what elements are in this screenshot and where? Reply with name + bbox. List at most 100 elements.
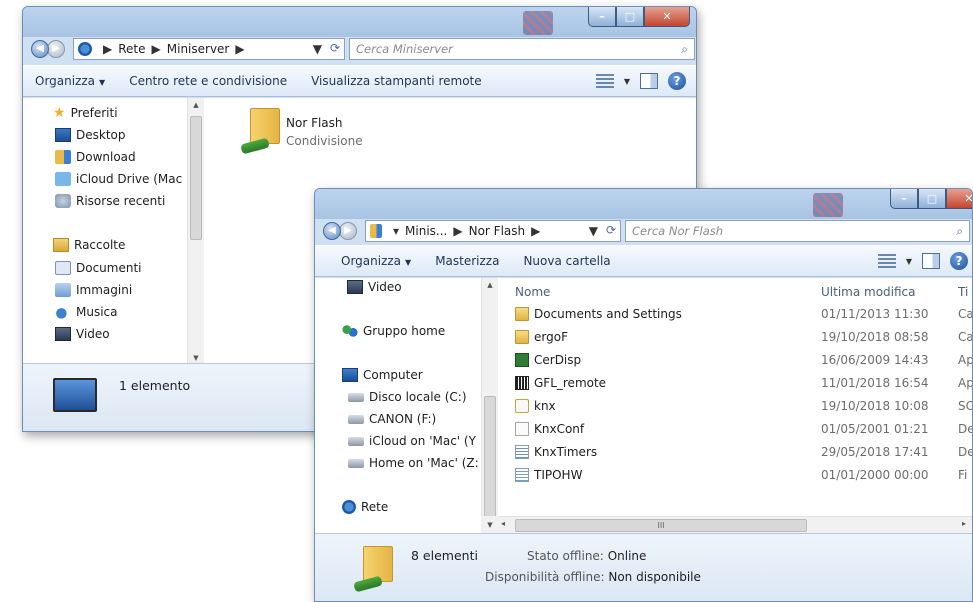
nav-libraries[interactable]: Raccolte	[53, 238, 125, 252]
flag-icon	[523, 11, 553, 35]
network-drive-icon	[348, 436, 364, 446]
images-icon	[55, 283, 71, 297]
network-center-button[interactable]: Centro rete e condivisione	[117, 74, 299, 88]
item-count: 8 elementi	[411, 548, 478, 563]
file-type: Ap	[958, 352, 973, 367]
shared-folder-icon	[353, 546, 393, 593]
nav-home-on-mac[interactable]: Home on 'Mac' (Z:	[348, 456, 479, 470]
nav-icloud-on-mac[interactable]: iCloud on 'Mac' (Y	[348, 434, 476, 448]
nav-documents[interactable]: Documenti	[55, 261, 142, 275]
maximize-button[interactable]: □	[616, 7, 644, 27]
horizontal-scrollbar[interactable]: ◂ III ▸	[499, 516, 972, 534]
folder-icon	[370, 224, 382, 238]
h-scroll-thumb[interactable]: III	[515, 519, 807, 532]
file-modified: 19/10/2018 08:58	[821, 329, 929, 344]
file-row[interactable]: KnxConf 01/05/2001 01:21 De	[515, 417, 972, 440]
nav-desktop[interactable]: Desktop	[55, 128, 126, 142]
nav-computer[interactable]: Computer	[342, 368, 423, 382]
details-pane: 8 elementi Stato offline: Online Disponi…	[315, 533, 972, 601]
nav-images[interactable]: Immagini	[55, 283, 132, 297]
nav-download[interactable]: Download	[55, 150, 136, 164]
breadcrumb-miniserver[interactable]: Miniserver	[167, 42, 230, 56]
file-row[interactable]: KnxTimers 29/05/2018 17:41 De	[515, 440, 972, 463]
file-modified: 01/01/2000 00:00	[821, 467, 929, 482]
title-bar[interactable]: – □ ✕	[23, 7, 696, 37]
forward-button[interactable]: ▶	[47, 40, 65, 58]
breadcrumb-miniserver[interactable]: Minis...	[405, 224, 447, 238]
nav-local-disk[interactable]: Disco locale (C:)	[348, 390, 467, 404]
maximize-button[interactable]: □	[918, 189, 946, 209]
address-bar[interactable]: ▶ Rete ▶ Miniserver ▶ ▼ ⟳	[73, 38, 345, 60]
nav-scrollbar[interactable]: ▲	[481, 278, 498, 534]
nav-video[interactable]: Video	[55, 327, 110, 341]
nav-scrollbar[interactable]: ▲ ▼	[187, 98, 204, 365]
address-dropdown-icon[interactable]: ▼	[589, 224, 598, 238]
view-dropdown-icon[interactable]: ▼	[624, 77, 630, 86]
scroll-left-icon[interactable]: ◂	[501, 519, 505, 528]
minimize-button[interactable]: –	[588, 7, 616, 27]
address-bar[interactable]: ▾ Minis... ▶ Nor Flash ▶ ▼ ⟳	[365, 220, 621, 242]
file-modified: 29/05/2018 17:41	[821, 444, 929, 459]
forward-button[interactable]: ▶	[339, 222, 357, 240]
preview-pane-icon[interactable]	[640, 73, 658, 89]
file-type: Ca	[958, 329, 973, 344]
organize-button[interactable]: Organizza ▼	[23, 74, 117, 88]
view-options-icon[interactable]	[877, 254, 896, 268]
preview-pane-icon[interactable]	[922, 253, 940, 269]
file-modified: 19/10/2018 10:08	[821, 398, 929, 413]
scroll-thumb[interactable]	[190, 116, 202, 240]
nav-favorites[interactable]: ★ Preferiti	[53, 106, 118, 120]
flag-icon	[813, 193, 843, 217]
scroll-down-icon[interactable]: ▼	[481, 516, 499, 534]
nav-network[interactable]: Rete	[342, 500, 388, 514]
address-dropdown-icon[interactable]: ▼	[313, 42, 322, 56]
breadcrumb-rete[interactable]: Rete	[118, 42, 145, 56]
nav-video[interactable]: Video	[347, 280, 402, 294]
documents-icon	[55, 261, 71, 275]
nav-music[interactable]: Musica	[55, 305, 118, 319]
libraries-icon	[53, 238, 69, 252]
view-options-icon[interactable]	[595, 74, 614, 88]
star-icon: ★	[53, 105, 66, 121]
nav-icloud[interactable]: iCloud Drive (Mac	[55, 172, 182, 186]
burn-button[interactable]: Masterizza	[423, 254, 511, 268]
nav-homegroup[interactable]: Gruppo home	[342, 324, 445, 338]
refresh-icon[interactable]: ⟳	[330, 41, 340, 55]
close-button[interactable]: ✕	[946, 189, 972, 209]
file-name: ergoF	[534, 329, 568, 344]
search-input[interactable]: Cerca Nor Flash ⌕	[625, 220, 970, 242]
organize-button[interactable]: Organizza ▼	[315, 254, 423, 268]
file-row[interactable]: CerDisp 16/06/2009 14:43 Ap	[515, 348, 973, 371]
file-row[interactable]: ergoF 19/10/2018 08:58 Ca	[515, 325, 973, 348]
scroll-up-icon[interactable]: ▲	[188, 98, 204, 112]
refresh-icon[interactable]: ⟳	[606, 223, 616, 237]
help-icon[interactable]: ?	[950, 252, 968, 270]
help-icon[interactable]: ?	[668, 72, 686, 90]
nav-recent[interactable]: Risorse recenti	[55, 194, 165, 208]
file-row[interactable]: Documents and Settings 01/11/2013 11:30 Ca	[515, 302, 973, 325]
network-drive-icon	[348, 458, 364, 468]
back-button[interactable]: ◀	[31, 40, 49, 58]
command-bar: Organizza ▼ Centro rete e condivisione Vi…	[23, 65, 696, 97]
file-type: Ca	[958, 306, 973, 321]
download-folder-icon	[55, 150, 71, 164]
nav-canon[interactable]: CANON (F:)	[348, 412, 436, 426]
back-button[interactable]: ◀	[323, 222, 341, 240]
file-row[interactable]: knx 19/10/2018 10:08 SC	[515, 394, 972, 417]
explorer-window-nor-flash: – □ ✕ ◀ ▶ ▾ Minis... ▶ Nor Flash ▶ ▼ ⟳ C…	[314, 188, 973, 602]
scroll-right-icon[interactable]: ▸	[962, 519, 966, 528]
scroll-up-icon[interactable]: ▲	[482, 278, 498, 292]
scroll-thumb[interactable]	[484, 396, 496, 520]
search-input[interactable]: Cerca Miniserver ⌕	[349, 38, 695, 60]
view-dropdown-icon[interactable]: ▼	[906, 257, 912, 266]
minimize-button[interactable]: –	[890, 189, 918, 209]
breadcrumb-nor-flash[interactable]: Nor Flash	[469, 224, 526, 238]
new-folder-button[interactable]: Nuova cartella	[511, 254, 622, 268]
remote-printers-button[interactable]: Visualizza stampanti remote	[299, 74, 494, 88]
file-row[interactable]: TIPOHW 01/01/2000 00:00 Fi	[515, 463, 972, 486]
close-button[interactable]: ✕	[644, 7, 690, 27]
file-row[interactable]: GFL_remote 11/01/2018 16:54 Ap	[515, 371, 972, 394]
file-type: Fi	[958, 467, 968, 482]
title-bar[interactable]: – □ ✕	[315, 189, 972, 219]
share-item-nor-flash[interactable]: Nor Flash Condivisione	[238, 106, 388, 156]
